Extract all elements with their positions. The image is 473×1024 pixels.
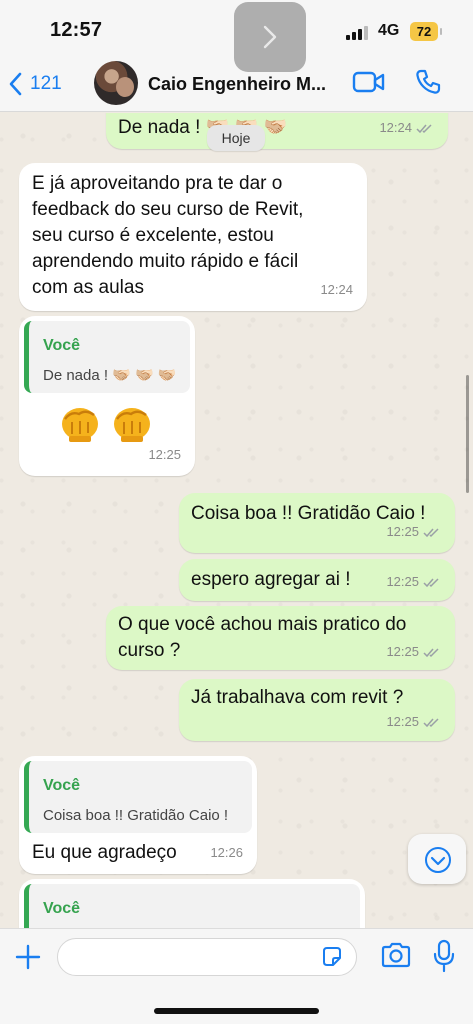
scroll-to-bottom-button[interactable] [408, 834, 466, 884]
message-time: 12:24 [320, 282, 353, 297]
camera-button[interactable] [380, 941, 412, 974]
message-bubble-incoming[interactable]: E já aproveitando pra te dar o feedback … [19, 163, 367, 311]
double-check-icon [416, 123, 432, 133]
sticker-icon [323, 947, 341, 966]
message-bubble-outgoing[interactable]: Já trabalhava com revit ? 12:25 [179, 679, 455, 741]
fist-bump-emoji [114, 408, 150, 442]
network-label: 4G [378, 22, 400, 39]
message-meta: 12:24 [320, 277, 353, 303]
phone-icon [416, 69, 441, 94]
quote-text: De nada ! 🫱🏼‍🫲🏻 🫱🏼‍🫲🏻 🫱🏼‍🫲🏻 [43, 367, 177, 384]
message-bubble-outgoing[interactable]: espero agregar ai ! 12:25 [179, 559, 455, 601]
signal-icon [346, 24, 372, 40]
message-meta: 12:25 [386, 569, 441, 595]
double-check-icon [423, 717, 439, 727]
message-text: Eu que agradeço [32, 842, 177, 863]
message-bubble-outgoing[interactable]: O que você achou mais pratico do curso ?… [106, 606, 455, 670]
message-meta: 12:25 [386, 639, 441, 665]
double-check-icon [423, 647, 439, 657]
reply-quote[interactable]: Você [24, 884, 360, 928]
plus-icon [15, 944, 41, 970]
message-meta: 12:24 [379, 115, 434, 141]
double-check-icon [423, 577, 439, 587]
message-bubble-incoming[interactable]: Você De nada ! 🫱🏼‍🫲🏻 🫱🏼‍🫲🏻 🫱🏼‍🫲🏻 12:25 [19, 316, 195, 476]
message-time: 12:24 [379, 120, 412, 135]
message-bubble-incoming[interactable]: Você Coisa boa !! Gratidão Caio ! Eu que… [19, 756, 257, 874]
chevron-left-icon [9, 72, 22, 96]
quote-text: Coisa boa !! Gratidão Caio ! [43, 807, 229, 824]
message-time: 12:25 [386, 644, 419, 659]
message-text: E já aproveitando pra te dar o feedback … [32, 173, 304, 298]
message-meta: 12:26 [210, 840, 243, 866]
video-call-button[interactable] [352, 70, 386, 99]
microphone-button[interactable] [432, 939, 456, 978]
battery-icon: 72 [410, 22, 442, 41]
home-indicator [154, 1008, 319, 1014]
fist-bump-emoji [62, 408, 98, 442]
quote-author: Você [43, 337, 81, 354]
voice-call-button[interactable] [414, 68, 442, 101]
status-time: 12:57 [50, 19, 103, 41]
back-count: 121 [30, 73, 62, 94]
message-meta: 12:25 [148, 442, 181, 468]
composer-bar [0, 928, 473, 1024]
camera-icon [381, 942, 411, 968]
message-bubble-incoming[interactable]: Você [19, 879, 365, 928]
chevron-down-icon [425, 847, 451, 873]
chat-area[interactable]: De nada ! 🫱🏼‍🫲🏻 🫱🏼‍🫲🏻 🫱🏼‍🫲🏻 12:24 Hoje E… [0, 113, 473, 928]
message-meta: 12:25 [386, 709, 441, 735]
attach-button[interactable] [14, 943, 42, 976]
message-input[interactable] [72, 945, 312, 969]
overlay-forward-button[interactable] [234, 2, 306, 72]
message-bubble-outgoing[interactable]: De nada ! 🫱🏼‍🫲🏻 🫱🏼‍🫲🏻 🫱🏼‍🫲🏻 12:24 [106, 113, 448, 149]
message-time: 12:25 [386, 714, 419, 729]
quote-author: Você [43, 900, 81, 917]
date-chip: Hoje [207, 125, 265, 151]
reply-quote[interactable]: Você De nada ! 🫱🏼‍🫲🏻 🫱🏼‍🫲🏻 🫱🏼‍🫲🏻 [24, 321, 190, 393]
video-camera-icon [352, 71, 385, 93]
message-input-box[interactable] [57, 938, 357, 976]
message-time: 12:26 [210, 845, 243, 860]
scrollbar-thumb[interactable] [466, 375, 469, 493]
message-text: espero agregar ai ! [191, 569, 351, 590]
avatar[interactable] [94, 61, 138, 105]
chevron-right-icon [263, 25, 277, 49]
back-button[interactable]: 121 [8, 70, 62, 98]
sticker-button[interactable] [320, 945, 344, 974]
double-check-icon [423, 527, 439, 537]
message-text: O que você achou mais pratico do curso ? [118, 614, 407, 661]
message-time: 12:25 [386, 524, 419, 539]
message-text: Já trabalhava com revit ? [191, 687, 404, 708]
quote-author: Você [43, 777, 81, 794]
reply-quote[interactable]: Você Coisa boa !! Gratidão Caio ! [24, 761, 252, 833]
contact-name[interactable]: Caio Engenheiro M... [148, 74, 326, 95]
microphone-icon [433, 939, 455, 973]
message-time: 12:25 [148, 447, 181, 462]
message-time: 12:25 [386, 574, 419, 589]
message-bubble-outgoing[interactable]: Coisa boa !! Gratidão Caio ! 12:25 [179, 493, 455, 553]
message-meta: 12:25 [386, 519, 441, 545]
